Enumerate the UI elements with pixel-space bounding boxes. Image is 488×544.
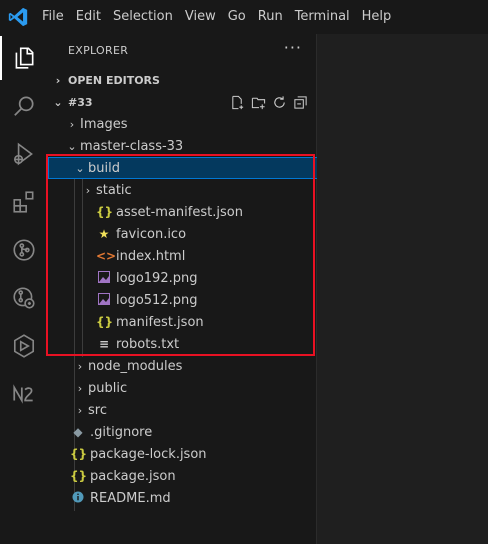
menu-selection[interactable]: Selection: [107, 0, 179, 34]
tree-folder-static[interactable]: › static: [48, 179, 348, 201]
menu-bar: File Edit Selection View Go Run Terminal…: [36, 0, 397, 34]
chevron-right-icon: ›: [69, 117, 75, 131]
tree-item-label: favicon.ico: [116, 226, 187, 242]
tree-item-label: robots.txt: [116, 336, 180, 352]
menu-go[interactable]: Go: [222, 0, 252, 34]
editor-area: [317, 34, 488, 544]
tree-item-label: static: [96, 182, 132, 198]
new-folder-icon[interactable]: [251, 95, 266, 110]
menu-run[interactable]: Run: [252, 0, 289, 34]
tree-folder-images[interactable]: › Images: [48, 113, 332, 135]
tree-item-label: src: [88, 402, 107, 418]
search-icon[interactable]: [0, 82, 48, 130]
json-icon: {}: [96, 205, 114, 219]
collapse-all-icon[interactable]: [293, 95, 308, 110]
vscode-logo-icon: [8, 7, 28, 27]
menu-view[interactable]: View: [179, 0, 222, 34]
explorer-sidebar: EXPLORER ··· › OPEN EDITORS ⌄ #33 › Imag…: [48, 34, 340, 544]
menu-edit[interactable]: Edit: [70, 0, 107, 34]
image-file-icon: [96, 292, 112, 308]
chevron-down-icon: ⌄: [53, 95, 63, 109]
chevron-down-icon: ⌄: [75, 161, 85, 175]
chevron-right-icon: ›: [85, 183, 91, 197]
deploy-icon[interactable]: [0, 322, 48, 370]
chevron-right-icon: ›: [77, 359, 83, 373]
menu-file[interactable]: File: [36, 0, 70, 34]
remote-explorer-icon[interactable]: [0, 274, 48, 322]
nx-console-icon[interactable]: [0, 370, 48, 418]
files-icon[interactable]: [0, 34, 48, 82]
chevron-right-icon: ›: [77, 381, 83, 395]
tree-item-label: public: [88, 380, 128, 396]
more-actions-icon[interactable]: ···: [284, 38, 302, 57]
extensions-icon[interactable]: [0, 178, 48, 226]
source-control-icon[interactable]: [0, 226, 48, 274]
project-actions: [230, 91, 308, 113]
menu-help[interactable]: Help: [356, 0, 398, 34]
chevron-right-icon: ›: [77, 403, 83, 417]
title-bar: File Edit Selection View Go Run Terminal…: [0, 0, 488, 34]
tree-item-label: asset-manifest.json: [116, 204, 243, 220]
run-debug-icon[interactable]: [0, 130, 48, 178]
image-file-icon: [96, 270, 112, 286]
explorer-title: EXPLORER: [68, 44, 129, 57]
html-icon: <>: [96, 249, 117, 263]
tree-item-label: Images: [80, 116, 128, 132]
tree-folder-public[interactable]: › public: [48, 377, 340, 399]
tree-file-readme[interactable]: README.md: [48, 487, 338, 509]
tree-folder-src[interactable]: › src: [48, 399, 340, 421]
json-icon: {}: [70, 447, 88, 461]
tree-file-gitignore[interactable]: ◆ .gitignore: [48, 421, 338, 443]
tree-file-package[interactable]: {} package.json: [48, 465, 338, 487]
activity-bar: [0, 34, 48, 544]
tree-item-label: .gitignore: [90, 424, 153, 440]
tree-folder-node-modules[interactable]: › node_modules: [48, 355, 340, 377]
info-icon: [70, 491, 86, 506]
chevron-down-icon: ⌄: [67, 139, 77, 153]
project-label: #33: [68, 95, 93, 109]
tree-item-label: index.html: [116, 248, 186, 264]
open-editors-label: OPEN EDITORS: [68, 73, 160, 87]
tree-item-label: package.json: [90, 468, 176, 484]
open-editors-header[interactable]: › OPEN EDITORS: [48, 69, 316, 91]
menu-terminal[interactable]: Terminal: [289, 0, 356, 34]
tree-item-label: logo512.png: [116, 292, 198, 308]
tree-folder-master-class-33[interactable]: ⌄ master-class-33: [48, 135, 332, 157]
refresh-icon[interactable]: [272, 95, 287, 110]
json-icon: {}: [70, 469, 88, 483]
tree-item-label: package-lock.json: [90, 446, 207, 462]
tree-file-package-lock[interactable]: {} package-lock.json: [48, 443, 338, 465]
new-file-icon[interactable]: [230, 95, 245, 110]
project-header[interactable]: ⌄ #33: [48, 91, 316, 113]
tree-item-label: README.md: [90, 490, 171, 506]
tree-item-label: logo192.png: [116, 270, 198, 286]
tree-item-label: node_modules: [88, 358, 183, 374]
json-icon: {}: [96, 315, 114, 329]
star-icon: ★: [98, 227, 110, 241]
tree-folder-build[interactable]: ⌄ build: [48, 157, 340, 179]
chevron-right-icon: ›: [55, 73, 61, 87]
git-icon: ◆: [73, 425, 83, 439]
text-file-icon: ≡: [98, 337, 110, 351]
tree-item-label: master-class-33: [80, 138, 184, 154]
tree-item-label: build: [88, 160, 120, 176]
tree-item-label: manifest.json: [116, 314, 204, 330]
